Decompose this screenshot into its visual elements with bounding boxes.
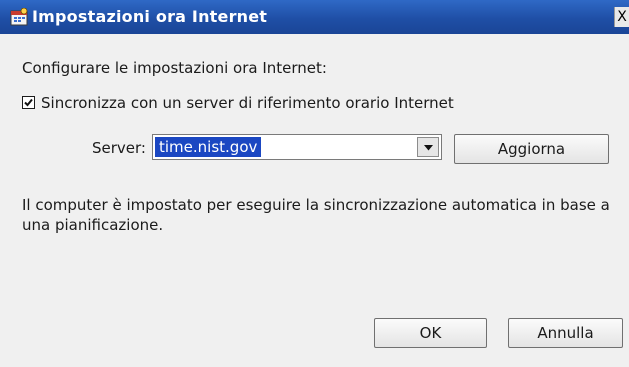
server-combobox[interactable]: time.nist.gov: [152, 134, 442, 160]
ok-button[interactable]: OK: [374, 318, 487, 348]
info-text: Il computer è impostato per eseguire la …: [22, 196, 610, 234]
sync-checkbox-label: Sincronizza con un server di riferimento…: [41, 94, 454, 112]
window-title: Impostazioni ora Internet: [32, 7, 268, 26]
title-bar[interactable]: Impostazioni ora Internet X: [0, 0, 629, 34]
sync-checkbox[interactable]: [22, 96, 35, 109]
server-input[interactable]: time.nist.gov: [155, 137, 262, 157]
update-button[interactable]: Aggiorna: [454, 134, 609, 164]
chevron-down-icon: [424, 145, 433, 151]
checkmark-icon: [24, 98, 33, 107]
dialog-prompt: Configurare le impostazioni ora Internet…: [22, 59, 327, 77]
server-label: Server:: [92, 139, 146, 157]
dropdown-button[interactable]: [417, 137, 439, 157]
close-button[interactable]: X: [614, 7, 629, 27]
cancel-button[interactable]: Annulla: [508, 318, 623, 348]
date-time-icon: [10, 7, 28, 26]
